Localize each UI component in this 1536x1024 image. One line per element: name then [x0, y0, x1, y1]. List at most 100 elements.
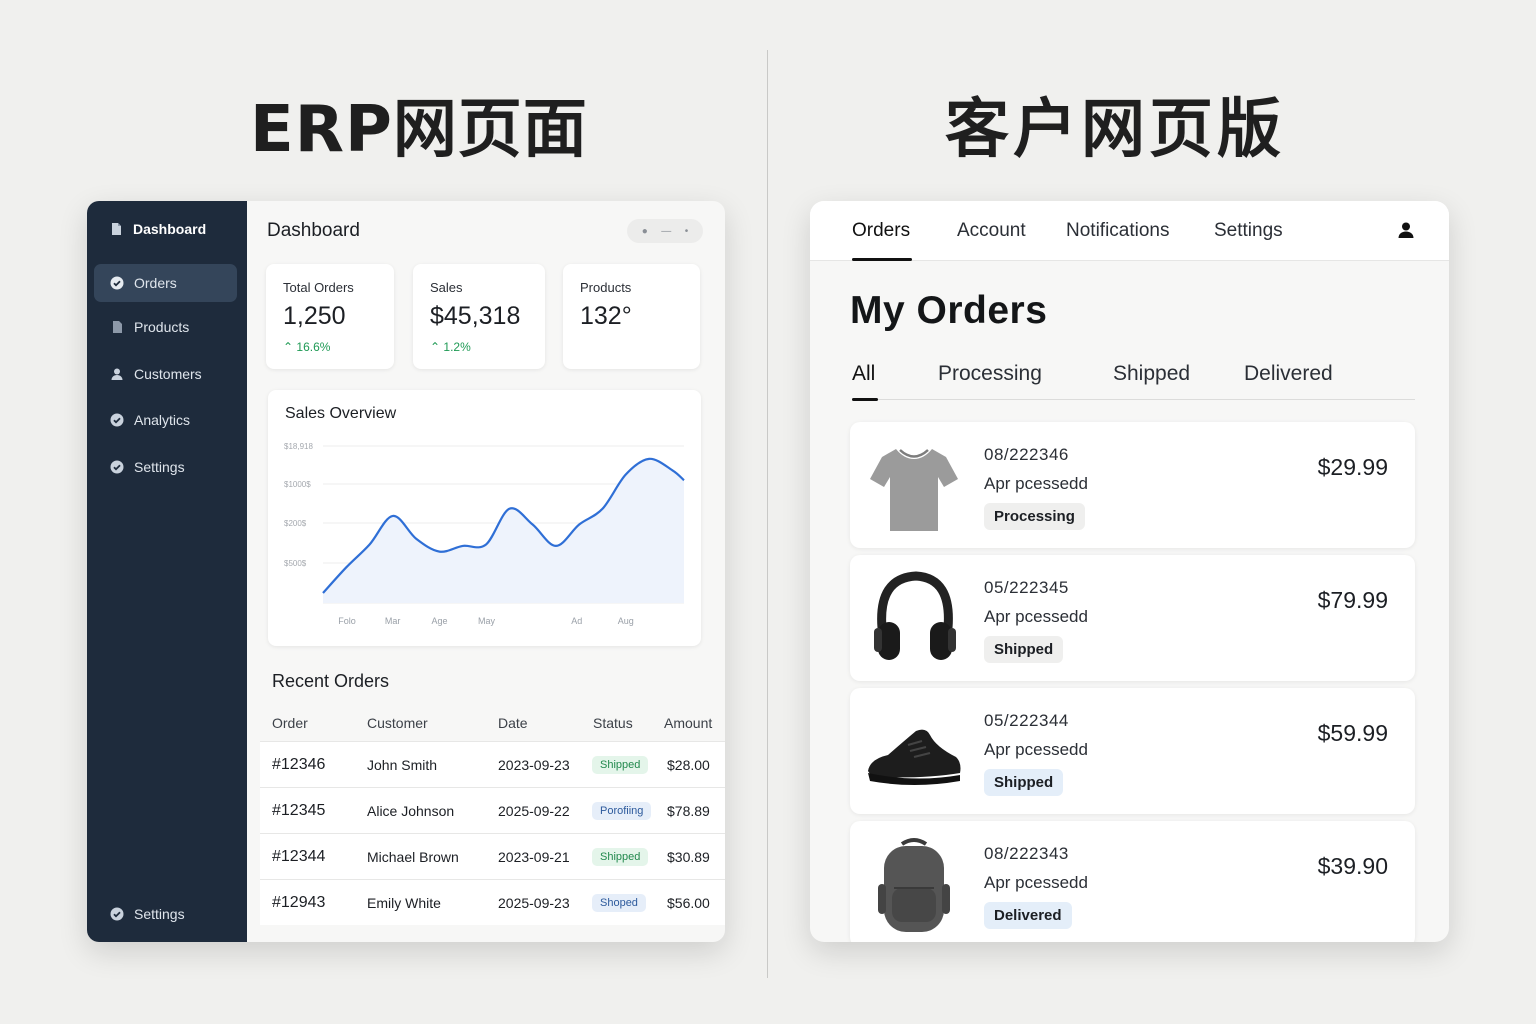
status-badge: Porofiing — [592, 801, 652, 820]
stat-card-sales[interactable]: Sales $45,318 ⌃ 1.2% — [413, 264, 545, 369]
headphones-image — [874, 571, 956, 660]
erp-main: Dashboard ● — • Total Orders 1,250 ⌃ 16.… — [247, 201, 725, 942]
x-tick-label: Mar — [385, 616, 401, 626]
filter-tab-processing[interactable]: Processing — [938, 362, 1042, 386]
order-price: $59.99 — [1317, 720, 1388, 746]
customer-heading: 客户网页版 — [945, 93, 1285, 167]
tshirt-image — [870, 449, 958, 531]
sidebar-item-analytics[interactable]: Analytics — [94, 401, 237, 439]
check-circle-icon — [110, 907, 124, 921]
order-card[interactable]: 05/222345 Apr pcessedd Shipped $79.99 — [850, 555, 1415, 681]
user-icon[interactable] — [1397, 221, 1415, 239]
order-amount: $56.00 — [667, 894, 710, 911]
order-id: #12943 — [272, 893, 326, 911]
order-subtitle: Apr pcessedd — [984, 474, 1088, 493]
status-badge: Shipped — [984, 769, 1064, 796]
recent-orders-title: Recent Orders — [272, 671, 390, 691]
status-badge: Shoped — [592, 893, 646, 912]
order-date: 2023-09-23 — [498, 756, 570, 773]
x-tick-label: Aug — [618, 616, 634, 626]
sidebar-item-orders[interactable]: Orders — [94, 264, 237, 302]
stat-delta: ⌃ 16.6% — [283, 340, 330, 354]
table-row[interactable]: #12943 Emily White 2025-09-23 Shoped $56… — [260, 879, 725, 925]
stat-card-total-orders[interactable]: Total Orders 1,250 ⌃ 16.6% — [266, 264, 394, 369]
column-header[interactable]: Order — [272, 715, 308, 731]
customer-name: John Smith — [367, 756, 438, 773]
column-header[interactable]: Status — [593, 715, 633, 731]
column-header[interactable]: Date — [498, 715, 528, 731]
y-tick-label: $500$ — [284, 559, 307, 568]
order-amount: $28.00 — [667, 756, 710, 773]
order-card[interactable]: 08/222346 Apr pcessedd Processing $29.99 — [850, 422, 1415, 548]
status-badge: Shipped — [592, 847, 649, 866]
column-header[interactable]: Customer — [367, 715, 428, 731]
order-id: #12344 — [272, 847, 326, 865]
status-badge: Shipped — [592, 755, 649, 774]
stat-delta: ⌃ 1.2% — [430, 340, 471, 354]
filter-tab-all[interactable]: All — [852, 362, 875, 386]
customer-name: Alice Johnson — [367, 802, 455, 819]
x-tick-label: May — [478, 616, 496, 626]
column-header[interactable]: Amount — [664, 715, 712, 731]
stat-label: Total Orders — [283, 280, 354, 295]
status-badge: Processing — [984, 503, 1085, 530]
divider — [767, 50, 768, 978]
sidebar-item-products[interactable]: Products — [94, 308, 237, 346]
customer-name: Emily White — [367, 894, 441, 911]
check-circle-icon — [110, 276, 124, 290]
customer-name: Michael Brown — [367, 848, 459, 865]
arrow-up-icon: ⌃ — [430, 340, 444, 354]
order-id: #12346 — [272, 755, 326, 773]
table-row[interactable]: #12344 Michael Brown 2023-09-21 Shipped … — [260, 833, 725, 879]
y-tick-label: $200$ — [284, 519, 307, 528]
filter-tab-delivered[interactable]: Delivered — [1244, 362, 1333, 386]
order-number: 05/222344 — [984, 711, 1069, 730]
y-tick-label: $1000$ — [284, 480, 311, 489]
top-nav: Orders Account Notifications Settings — [810, 201, 1449, 261]
sidebar-brand[interactable]: Dashboard — [109, 221, 206, 237]
x-tick-label: Folo — [338, 616, 356, 626]
sidebar-item-customers[interactable]: Customers — [94, 355, 237, 393]
order-amount: $30.89 — [667, 848, 710, 865]
sales-chart: $18,918 $1000$ $200$ $500$ Folo Mar Age May Ad Au… — [284, 442, 685, 626]
order-card[interactable]: 05/222344 Apr pcessedd Shipped $59.99 — [850, 688, 1415, 814]
x-tick-label: Age — [431, 616, 447, 626]
nav-tab-account[interactable]: Account — [957, 220, 1026, 242]
sidebar-item-label: Orders — [134, 275, 177, 291]
page-title: Dashboard — [267, 220, 360, 241]
order-card[interactable]: 08/222343 Apr pcessedd Delivered $39.90 — [850, 821, 1415, 942]
table-row[interactable]: #12346 John Smith 2023-09-23 Shipped $28… — [260, 741, 725, 787]
y-tick-label: $18,918 — [284, 442, 313, 451]
stat-label: Products — [580, 280, 632, 295]
order-number: 08/222346 — [984, 445, 1069, 464]
user-menu[interactable]: ● — • — [627, 219, 703, 243]
nav-tab-notifications[interactable]: Notifications — [1066, 220, 1170, 242]
order-subtitle: Apr pcessedd — [984, 607, 1088, 626]
sidebar-item-label: Settings — [134, 459, 185, 475]
sidebar-item-settings[interactable]: Settings — [94, 448, 237, 486]
area-fill — [323, 458, 684, 603]
stat-delta-value: 1.2% — [443, 340, 471, 354]
order-number: 05/222345 — [984, 578, 1069, 597]
table-row[interactable]: #12345 Alice Johnson 2025-09-22 Porofiin… — [260, 787, 725, 833]
status-badge: Shipped — [984, 636, 1064, 663]
status-badge: Delivered — [984, 902, 1072, 929]
backpack-image — [878, 838, 950, 932]
sidebar-item-settings-footer[interactable]: Settings — [94, 895, 237, 933]
sidebar-brand-label: Dashboard — [133, 221, 207, 237]
arrow-up-icon: ⌃ — [283, 340, 297, 354]
document-icon — [109, 222, 123, 236]
check-circle-icon — [110, 460, 124, 474]
stat-value: 1,250 — [283, 302, 346, 330]
order-date: 2023-09-21 — [498, 848, 570, 865]
chart-title: Sales Overview — [285, 405, 397, 422]
nav-tab-settings[interactable]: Settings — [1214, 220, 1283, 242]
stat-card-products[interactable]: Products 132° — [563, 264, 700, 369]
filter-tab-shipped[interactable]: Shipped — [1113, 362, 1190, 386]
user-icon — [110, 367, 124, 381]
active-filter-indicator — [852, 398, 878, 401]
order-subtitle: Apr pcessedd — [984, 873, 1088, 892]
nav-tab-orders[interactable]: Orders — [852, 220, 910, 242]
order-number: 08/222343 — [984, 844, 1069, 863]
check-circle-icon — [110, 413, 124, 427]
